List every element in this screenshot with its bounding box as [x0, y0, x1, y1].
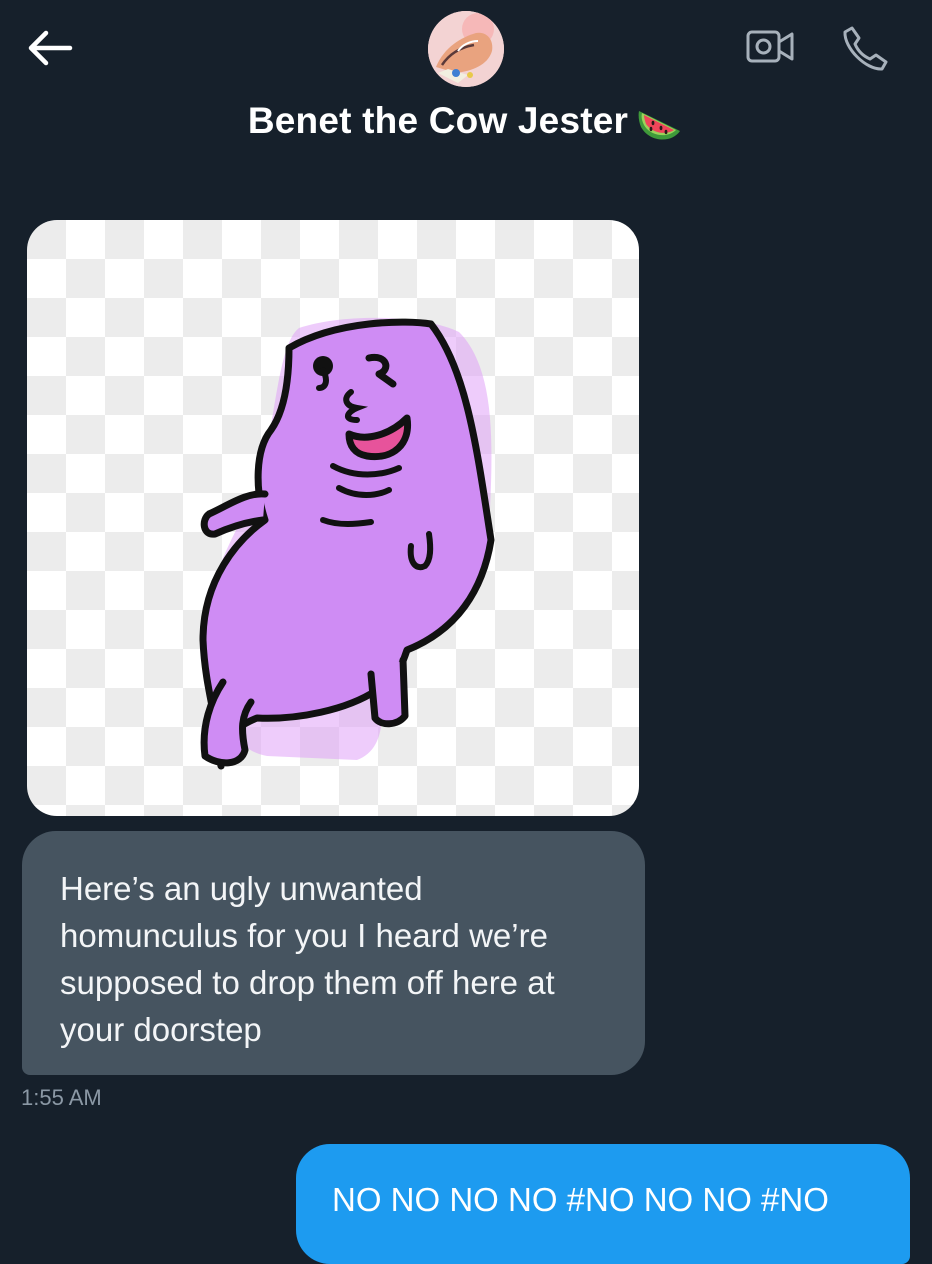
homunculus-drawing [27, 220, 639, 816]
video-call-button[interactable] [744, 22, 796, 72]
back-button[interactable] [24, 24, 76, 72]
contact-name-text: Benet the Cow Jester [247, 100, 629, 141]
voice-call-button[interactable] [838, 22, 890, 74]
phone-icon [843, 26, 888, 71]
avatar-image [428, 11, 504, 87]
contact-avatar[interactable] [428, 11, 504, 87]
message-line-2: homunculus for you I heard we’re [60, 917, 548, 954]
image-message[interactable] [27, 220, 639, 816]
message-line-1: Here’s an ugly unwanted [60, 870, 423, 907]
contact-name[interactable]: Benet the Cow Jester [0, 100, 932, 143]
watermelon-emoji [636, 103, 684, 143]
message-timestamp: 1:55 AM [21, 1085, 102, 1110]
video-camera-icon [746, 30, 794, 63]
message-line-3: supposed to drop them off here at [60, 964, 555, 1001]
received-message-bubble[interactable]: Here’s an ugly unwanted homunculus for y… [22, 831, 645, 1075]
message-line-4: your doorstep [60, 1011, 262, 1048]
sent-message-bubble[interactable]: NO NO NO NO #NO NO NO #NO [296, 1144, 910, 1264]
chat-header: Benet the Cow Jester [0, 0, 932, 175]
arrow-left-icon [28, 30, 73, 66]
